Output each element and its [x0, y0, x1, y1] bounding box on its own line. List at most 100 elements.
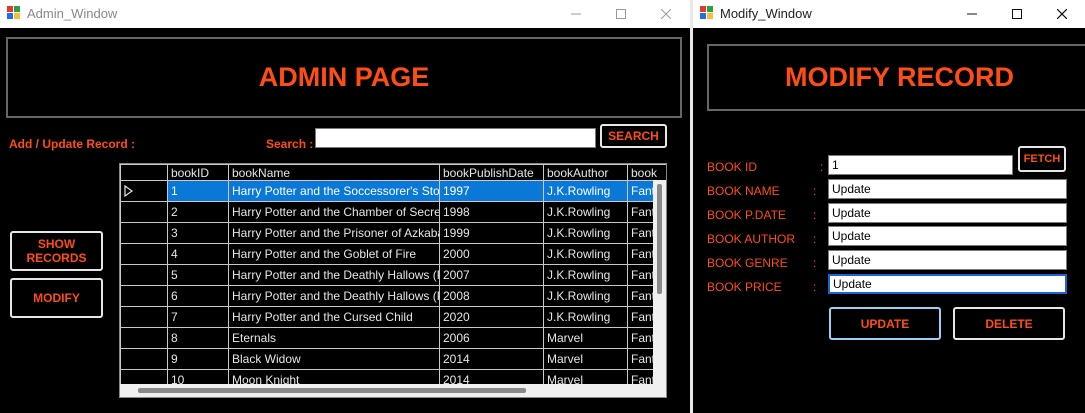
row-header[interactable]	[120, 348, 168, 370]
table-row[interactable]: 4 Harry Potter and the Goblet of Fire 2000…	[120, 243, 666, 265]
table-cell-author[interactable]: Marvel	[543, 327, 628, 349]
minimize-icon[interactable]	[949, 0, 995, 28]
app-icon	[7, 6, 21, 20]
table-row[interactable]: 7 Harry Potter and the Cursed Child 2020 J.…	[120, 306, 666, 328]
book-pdate-field[interactable]: Update	[828, 203, 1067, 223]
col-header-genre[interactable]: book	[627, 164, 666, 181]
maximize-icon[interactable]	[994, 0, 1040, 28]
table-cell-date[interactable]: 2006	[439, 327, 544, 349]
table-cell-date[interactable]: 2014	[439, 348, 544, 370]
table-row[interactable]: 1 Harry Potter and the Soccessorer's Ston…	[120, 180, 666, 202]
table-cell-name[interactable]: Harry Potter and the Deathly Hallows (Pa…	[228, 285, 440, 307]
table-cell-date[interactable]: 2008	[439, 285, 544, 307]
book-price-field[interactable]: Update	[828, 274, 1067, 294]
table-cell-name[interactable]: Harry Potter and the Chamber of Secrets	[228, 201, 440, 223]
table-cell-author[interactable]: J.K.Rowling	[543, 180, 628, 202]
grid-horizontal-scrollbar[interactable]	[120, 384, 666, 397]
modify-window-title: Modify_Window	[720, 6, 812, 21]
table-cell-name[interactable]: Harry Potter and the Prisoner of Azkaban	[228, 222, 440, 244]
row-header[interactable]	[120, 285, 168, 307]
fetch-button[interactable]: FETCH	[1018, 146, 1066, 172]
modify-record-header: MODIFY RECORD	[707, 44, 1085, 111]
row-header[interactable]	[120, 222, 168, 244]
admin-page-header: ADMIN PAGE	[6, 37, 682, 118]
table-cell-date[interactable]: 1999	[439, 222, 544, 244]
update-button[interactable]: UPDATE	[829, 307, 941, 340]
row-header[interactable]	[120, 306, 168, 328]
table-cell-name[interactable]: Harry Potter and the Soccessorer's Stone	[228, 180, 440, 202]
minimize-icon[interactable]	[553, 0, 599, 28]
table-cell-id[interactable]: 2	[167, 201, 229, 223]
table-cell-author[interactable]: J.K.Rowling	[543, 243, 628, 265]
book-author-label: BOOK AUTHOR	[707, 232, 796, 246]
book-name-field[interactable]: Update	[828, 179, 1067, 199]
book-price-colon: :	[813, 280, 817, 294]
table-row[interactable]: 8 Eternals 2006 Marvel Fant	[120, 327, 666, 349]
table-row[interactable]: 2 Harry Potter and the Chamber of Secrets…	[120, 201, 666, 223]
maximize-icon[interactable]	[598, 0, 644, 28]
table-cell-id[interactable]: 9	[167, 348, 229, 370]
col-header-publishdate[interactable]: bookPublishDate	[439, 164, 544, 181]
table-cell-author[interactable]: J.K.Rowling	[543, 222, 628, 244]
table-cell-name[interactable]: Harry Potter and the Cursed Child	[228, 306, 440, 328]
modify-window: Modify_Window MODIFY RECORD FETCH BOOK I…	[693, 0, 1085, 413]
table-cell-name[interactable]: Black Widow	[228, 348, 440, 370]
row-header[interactable]	[120, 243, 168, 265]
col-header-bookid[interactable]: bookID	[167, 164, 229, 181]
table-cell-date[interactable]: 2007	[439, 264, 544, 286]
table-cell-author[interactable]: J.K.Rowling	[543, 306, 628, 328]
table-cell-id[interactable]: 7	[167, 306, 229, 328]
col-header-author[interactable]: bookAuthor	[543, 164, 628, 181]
table-cell-date[interactable]: 2020	[439, 306, 544, 328]
book-pdate-label: BOOK P.DATE	[707, 208, 786, 222]
table-cell-id[interactable]: 3	[167, 222, 229, 244]
table-cell-author[interactable]: J.K.Rowling	[543, 264, 628, 286]
table-cell-date[interactable]: 1998	[439, 201, 544, 223]
table-row[interactable]: 9 Black Widow 2014 Marvel Fant	[120, 348, 666, 370]
modify-titlebar[interactable]: Modify_Window	[693, 0, 1085, 28]
table-cell-id[interactable]: 6	[167, 285, 229, 307]
table-row[interactable]: 6Harry Potter and the Deathly Hallows (P…	[120, 285, 666, 307]
row-header[interactable]	[120, 180, 168, 202]
table-cell-name[interactable]: Harry Potter and the Goblet of Fire	[228, 243, 440, 265]
admin-window: Admin_Window ADMIN PAGE Add / Update Rec…	[0, 0, 690, 413]
table-cell-author[interactable]: J.K.Rowling	[543, 285, 628, 307]
grid-header-row: bookID bookName bookPublishDate bookAuth…	[120, 164, 666, 181]
table-row[interactable]: 5Harry Potter and the Deathly Hallows (P…	[120, 264, 666, 286]
table-cell-author[interactable]: J.K.Rowling	[543, 201, 628, 223]
close-icon[interactable]	[643, 0, 689, 28]
table-cell-name[interactable]: Harry Potter and the Deathly Hallows (Pa…	[228, 264, 440, 286]
book-author-field[interactable]: Update	[828, 226, 1067, 246]
table-cell-id[interactable]: 1	[167, 180, 229, 202]
table-row[interactable]: 3 Harry Potter and the Prisoner of Azkaba…	[120, 222, 666, 244]
records-grid[interactable]: bookID bookName bookPublishDate bookAuth…	[119, 163, 667, 398]
close-icon[interactable]	[1039, 0, 1085, 28]
row-header[interactable]	[120, 201, 168, 223]
admin-titlebar[interactable]: Admin_Window	[0, 0, 690, 28]
grid-vertical-scrollbar[interactable]	[653, 180, 666, 385]
table-cell-id[interactable]: 8	[167, 327, 229, 349]
table-cell-date[interactable]: 2000	[439, 243, 544, 265]
modify-button[interactable]: MODIFY	[10, 278, 103, 318]
search-button[interactable]: SEARCH	[600, 124, 667, 148]
book-id-field[interactable]: 1	[828, 155, 1013, 175]
table-cell-id[interactable]: 5	[167, 264, 229, 286]
vertical-scroll-thumb[interactable]	[657, 184, 662, 294]
book-author-colon: :	[813, 232, 817, 246]
book-id-colon: :	[820, 160, 824, 174]
table-cell-date[interactable]: 1997	[439, 180, 544, 202]
delete-button[interactable]: DELETE	[953, 307, 1065, 340]
show-records-button[interactable]: SHOW RECORDS	[10, 231, 103, 271]
search-input[interactable]	[315, 128, 596, 148]
row-header[interactable]	[120, 327, 168, 349]
row-pointer-icon	[124, 185, 134, 197]
row-header[interactable]	[120, 264, 168, 286]
col-header-bookname[interactable]: bookName	[228, 164, 440, 181]
horizontal-scroll-thumb[interactable]	[138, 388, 526, 393]
table-cell-name[interactable]: Eternals	[228, 327, 440, 349]
records-table: bookID bookName bookPublishDate bookAuth…	[120, 164, 666, 391]
book-genre-field[interactable]: Update	[828, 250, 1067, 270]
table-cell-id[interactable]: 4	[167, 243, 229, 265]
admin-window-title: Admin_Window	[27, 6, 118, 21]
table-cell-author[interactable]: Marvel	[543, 348, 628, 370]
